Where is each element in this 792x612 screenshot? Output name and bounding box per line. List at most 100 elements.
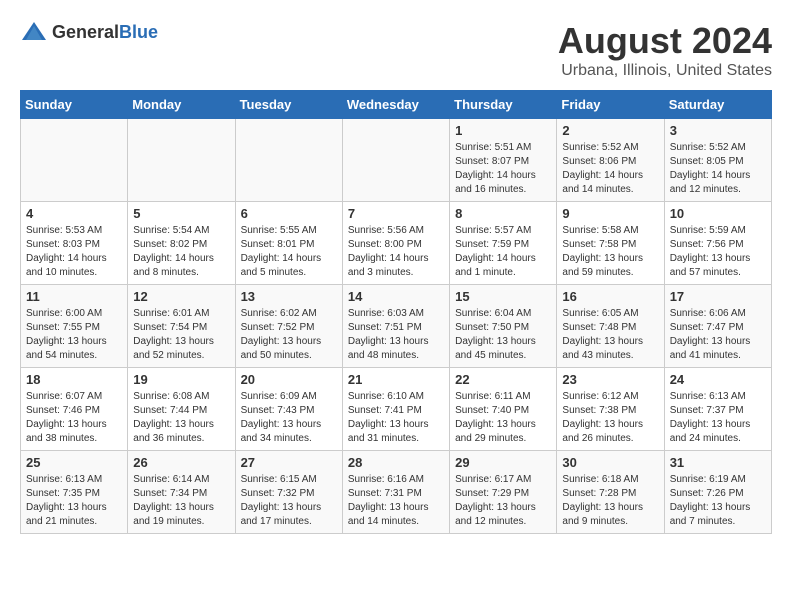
day-number: 29 — [455, 455, 551, 470]
day-info: Sunrise: 6:08 AMSunset: 7:44 PMDaylight:… — [133, 390, 229, 446]
day-cell: 29Sunrise: 6:17 AMSunset: 7:29 PMDayligh… — [450, 451, 557, 534]
day-number: 17 — [670, 289, 766, 304]
day-number: 28 — [348, 455, 444, 470]
day-cell: 27Sunrise: 6:15 AMSunset: 7:32 PMDayligh… — [235, 451, 342, 534]
day-info: Sunrise: 6:14 AMSunset: 7:34 PMDaylight:… — [133, 473, 229, 529]
day-cell: 20Sunrise: 6:09 AMSunset: 7:43 PMDayligh… — [235, 368, 342, 451]
day-cell: 2 Sunrise: 5:52 AMSunset: 8:06 PMDaylight… — [557, 119, 664, 202]
day-info: Sunrise: 5:51 AMSunset: 8:07 PMDaylight:… — [455, 141, 551, 197]
col-header-wednesday: Wednesday — [342, 91, 449, 119]
day-cell: 1Sunrise: 5:51 AMSunset: 8:07 PMDaylight… — [450, 119, 557, 202]
day-cell: 26Sunrise: 6:14 AMSunset: 7:34 PMDayligh… — [128, 451, 235, 534]
day-number: 4 — [26, 206, 122, 221]
day-cell: 5 Sunrise: 5:54 AMSunset: 8:02 PMDaylight… — [128, 202, 235, 285]
day-info: Sunrise: 5:52 AMSunset: 8:06 PMDaylight:… — [562, 141, 658, 197]
day-cell: 7 Sunrise: 5:56 AMSunset: 8:00 PMDaylight… — [342, 202, 449, 285]
day-cell — [21, 119, 128, 202]
day-info: Sunrise: 6:03 AMSunset: 7:51 PMDaylight:… — [348, 307, 444, 363]
day-number: 12 — [133, 289, 229, 304]
day-number: 11 — [26, 289, 122, 304]
day-number: 2 — [562, 123, 658, 138]
day-info: Sunrise: 6:16 AMSunset: 7:31 PMDaylight:… — [348, 473, 444, 529]
day-cell: 18 Sunrise: 6:07 AMSunset: 7:46 PMDayligh… — [21, 368, 128, 451]
day-number: 30 — [562, 455, 658, 470]
day-number: 22 — [455, 372, 551, 387]
day-info: Sunrise: 5:52 AMSunset: 8:05 PMDaylight:… — [670, 141, 766, 197]
day-number: 5 — [133, 206, 229, 221]
calendar-table: SundayMondayTuesdayWednesdayThursdayFrid… — [20, 90, 772, 534]
day-info: Sunrise: 6:13 AMSunset: 7:35 PMDaylight:… — [26, 473, 122, 529]
day-cell: 25 Sunrise: 6:13 AMSunset: 7:35 PMDayligh… — [21, 451, 128, 534]
day-number: 14 — [348, 289, 444, 304]
day-info: Sunrise: 5:59 AMSunset: 7:56 PMDaylight:… — [670, 224, 766, 280]
day-number: 9 — [562, 206, 658, 221]
day-cell — [128, 119, 235, 202]
day-info: Sunrise: 6:18 AMSunset: 7:28 PMDaylight:… — [562, 473, 658, 529]
day-info: Sunrise: 6:04 AMSunset: 7:50 PMDaylight:… — [455, 307, 551, 363]
day-number: 21 — [348, 372, 444, 387]
day-cell: 30 Sunrise: 6:18 AMSunset: 7:28 PMDayligh… — [557, 451, 664, 534]
day-cell: 10 Sunrise: 5:59 AMSunset: 7:56 PMDayligh… — [664, 202, 771, 285]
day-number: 8 — [455, 206, 551, 221]
day-number: 23 — [562, 372, 658, 387]
day-number: 3 — [670, 123, 766, 138]
logo-icon — [20, 20, 48, 44]
day-number: 31 — [670, 455, 766, 470]
day-number: 27 — [241, 455, 337, 470]
day-number: 10 — [670, 206, 766, 221]
day-info: Sunrise: 6:01 AMSunset: 7:54 PMDaylight:… — [133, 307, 229, 363]
day-info: Sunrise: 6:10 AMSunset: 7:41 PMDaylight:… — [348, 390, 444, 446]
day-info: Sunrise: 6:13 AMSunset: 7:37 PMDaylight:… — [670, 390, 766, 446]
subtitle: Urbana, Illinois, United States — [558, 62, 772, 80]
day-info: Sunrise: 5:57 AMSunset: 7:59 PMDaylight:… — [455, 224, 551, 280]
main-title: August 2024 — [558, 20, 772, 62]
week-row-5: 25 Sunrise: 6:13 AMSunset: 7:35 PMDayligh… — [21, 451, 772, 534]
day-cell: 15 Sunrise: 6:04 AMSunset: 7:50 PMDayligh… — [450, 285, 557, 368]
day-number: 16 — [562, 289, 658, 304]
day-info: Sunrise: 5:56 AMSunset: 8:00 PMDaylight:… — [348, 224, 444, 280]
day-cell: 3 Sunrise: 5:52 AMSunset: 8:05 PMDaylight… — [664, 119, 771, 202]
day-info: Sunrise: 6:11 AMSunset: 7:40 PMDaylight:… — [455, 390, 551, 446]
col-header-monday: Monday — [128, 91, 235, 119]
logo-general: General — [52, 22, 119, 42]
day-number: 15 — [455, 289, 551, 304]
day-cell — [342, 119, 449, 202]
day-number: 6 — [241, 206, 337, 221]
day-cell: 21 Sunrise: 6:10 AMSunset: 7:41 PMDayligh… — [342, 368, 449, 451]
title-area: August 2024 Urbana, Illinois, United Sta… — [558, 20, 772, 80]
week-row-2: 4 Sunrise: 5:53 AMSunset: 8:03 PMDaylight… — [21, 202, 772, 285]
logo-blue: Blue — [119, 22, 158, 42]
day-cell: 24Sunrise: 6:13 AMSunset: 7:37 PMDayligh… — [664, 368, 771, 451]
day-number: 25 — [26, 455, 122, 470]
day-info: Sunrise: 6:19 AMSunset: 7:26 PMDaylight:… — [670, 473, 766, 529]
day-cell: 16 Sunrise: 6:05 AMSunset: 7:48 PMDayligh… — [557, 285, 664, 368]
day-info: Sunrise: 6:07 AMSunset: 7:46 PMDaylight:… — [26, 390, 122, 446]
day-number: 19 — [133, 372, 229, 387]
day-cell: 6Sunrise: 5:55 AMSunset: 8:01 PMDaylight… — [235, 202, 342, 285]
day-cell: 4 Sunrise: 5:53 AMSunset: 8:03 PMDaylight… — [21, 202, 128, 285]
day-info: Sunrise: 6:06 AMSunset: 7:47 PMDaylight:… — [670, 307, 766, 363]
day-info: Sunrise: 6:02 AMSunset: 7:52 PMDaylight:… — [241, 307, 337, 363]
logo: GeneralBlue — [20, 20, 158, 44]
day-cell: 22 Sunrise: 6:11 AMSunset: 7:40 PMDayligh… — [450, 368, 557, 451]
day-info: Sunrise: 5:53 AMSunset: 8:03 PMDaylight:… — [26, 224, 122, 280]
day-number: 20 — [241, 372, 337, 387]
week-row-1: 1Sunrise: 5:51 AMSunset: 8:07 PMDaylight… — [21, 119, 772, 202]
day-cell — [235, 119, 342, 202]
day-cell: 11Sunrise: 6:00 AMSunset: 7:55 PMDayligh… — [21, 285, 128, 368]
week-row-3: 11Sunrise: 6:00 AMSunset: 7:55 PMDayligh… — [21, 285, 772, 368]
day-info: Sunrise: 6:05 AMSunset: 7:48 PMDaylight:… — [562, 307, 658, 363]
day-cell: 12 Sunrise: 6:01 AMSunset: 7:54 PMDayligh… — [128, 285, 235, 368]
day-number: 7 — [348, 206, 444, 221]
header: GeneralBlue August 2024 Urbana, Illinois… — [20, 20, 772, 80]
day-cell: 9 Sunrise: 5:58 AMSunset: 7:58 PMDaylight… — [557, 202, 664, 285]
col-header-saturday: Saturday — [664, 91, 771, 119]
day-info: Sunrise: 5:54 AMSunset: 8:02 PMDaylight:… — [133, 224, 229, 280]
days-header-row: SundayMondayTuesdayWednesdayThursdayFrid… — [21, 91, 772, 119]
day-info: Sunrise: 5:58 AMSunset: 7:58 PMDaylight:… — [562, 224, 658, 280]
week-row-4: 18 Sunrise: 6:07 AMSunset: 7:46 PMDayligh… — [21, 368, 772, 451]
day-number: 18 — [26, 372, 122, 387]
col-header-friday: Friday — [557, 91, 664, 119]
col-header-tuesday: Tuesday — [235, 91, 342, 119]
day-cell: 19 Sunrise: 6:08 AMSunset: 7:44 PMDayligh… — [128, 368, 235, 451]
